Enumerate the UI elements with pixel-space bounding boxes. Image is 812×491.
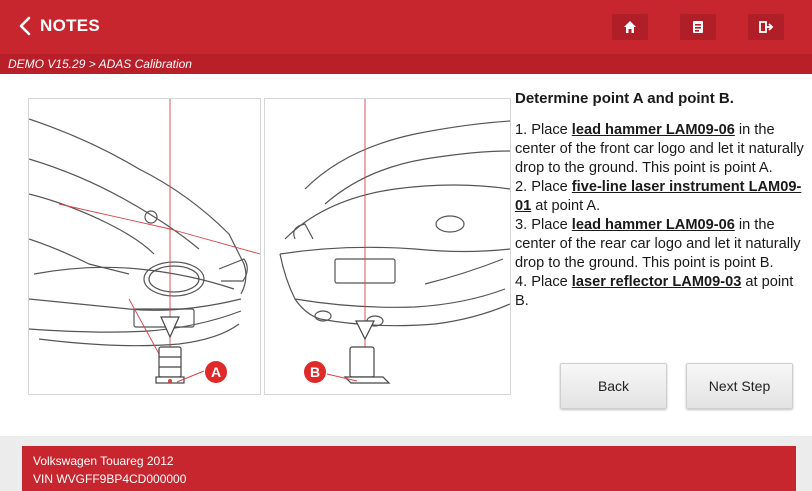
exit-button[interactable] — [748, 14, 784, 40]
next-step-button[interactable]: Next Step — [686, 363, 793, 409]
breadcrumb: DEMO V15.29 > ADAS Calibration — [8, 57, 192, 71]
tool-link: lead hammer LAM09-06 — [571, 217, 735, 233]
step-text: at point A. — [531, 198, 601, 214]
main-area: A B Determine point A and point B. 1. Pl… — [0, 74, 812, 436]
top-bar: NOTES — [0, 0, 812, 54]
rear-car-diagram: B — [264, 98, 511, 395]
point-a-label: A — [210, 364, 222, 380]
home-button[interactable] — [612, 14, 648, 40]
breadcrumb-bar: DEMO V15.29 > ADAS Calibration — [0, 54, 812, 74]
home-icon — [624, 21, 636, 33]
rear-car-illustration — [279, 99, 510, 384]
chevron-left-icon[interactable] — [14, 14, 38, 38]
vehicle-name: Volkswagen Touareg 2012 — [33, 454, 174, 468]
point-b-label: B — [309, 364, 321, 380]
instruction-step-1: 1. Place lead hammer LAM09-06 in the cen… — [515, 121, 805, 178]
point-b-marker: B — [304, 361, 326, 383]
tool-link: laser reflector LAM09-03 — [571, 274, 742, 290]
exit-icon — [758, 21, 773, 33]
report-button[interactable] — [680, 14, 716, 40]
instruction-step-3: 3. Place lead hammer LAM09-06 in the cen… — [515, 216, 805, 273]
report-icon — [693, 21, 703, 33]
tool-link: lead hammer LAM09-06 — [571, 122, 735, 138]
instruction-step-2: 2. Place five-line laser instrument LAM0… — [515, 178, 805, 216]
front-car-diagram: A — [28, 98, 261, 395]
step-text: 2. Place — [515, 179, 572, 195]
back-button[interactable]: Back — [560, 363, 667, 409]
instructions-heading: Determine point A and point B. — [515, 90, 734, 107]
step-text: 3. Place — [515, 217, 572, 233]
page-title: NOTES — [40, 16, 101, 35]
instructions-panel: Determine point A and point B. 1. Place … — [515, 90, 805, 311]
instruction-steps: 1. Place lead hammer LAM09-06 in the cen… — [515, 121, 805, 311]
vehicle-info-bar: Volkswagen Touareg 2012 VIN WVGFF9BP4CD0… — [22, 446, 796, 491]
step-text: 1. Place — [515, 122, 572, 138]
point-a-marker: A — [205, 361, 227, 383]
vehicle-vin: VIN WVGFF9BP4CD000000 — [33, 472, 187, 486]
step-text: 4. Place — [515, 274, 572, 290]
instruction-step-4: 4. Place laser reflector LAM09-03 at poi… — [515, 273, 805, 311]
front-car-illustration — [29, 99, 260, 384]
